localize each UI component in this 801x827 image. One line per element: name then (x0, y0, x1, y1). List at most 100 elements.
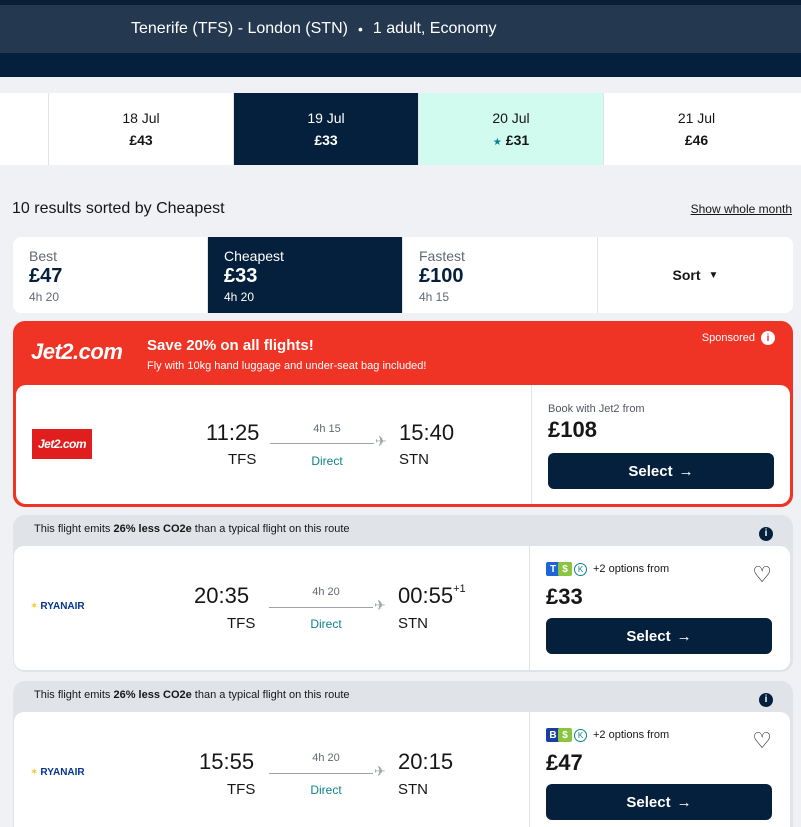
heart-icon[interactable]: ♡ (752, 562, 772, 588)
date-price: £43 (129, 132, 153, 148)
info-icon[interactable]: i (761, 331, 775, 345)
agent-logo-icon: K (574, 562, 587, 576)
arrival-airport: STN (398, 615, 428, 632)
route-text: Tenerife (TFS) - London (STN) (131, 20, 348, 37)
route-line (269, 607, 373, 608)
flight-result: This flight emits 26% less CO2e than a t… (13, 515, 793, 672)
search-summary[interactable]: Tenerife (TFS) - London (STN) • 1 adult,… (0, 5, 801, 53)
date-label: 19 Jul (307, 110, 345, 126)
show-whole-month-link[interactable]: Show whole month (691, 202, 792, 216)
departure-time: 11:25 (206, 420, 260, 445)
flight-card[interactable]: ✶ RYANAIR 20:35 TFS 4h 20 ✈ Direct 00:55+… (14, 546, 790, 670)
co2-highlight: 26% less CO2e (113, 689, 192, 701)
select-button[interactable]: Select → (546, 618, 772, 654)
flight-card[interactable]: ✶ RYANAIR 15:55 TFS 4h 20 ✈ Direct 20:15 … (14, 712, 790, 827)
chevron-down-icon: ▼ (708, 269, 719, 281)
departure-airport: TFS (227, 615, 256, 632)
top-bar: Tenerife (TFS) - London (STN) • 1 adult,… (0, 0, 801, 77)
info-icon[interactable]: i (759, 692, 773, 707)
tab-label: Cheapest (224, 248, 284, 264)
harp-icon: ✶ (30, 601, 39, 612)
date-price: £31 (505, 132, 530, 148)
tab-duration: 4h 15 (419, 290, 450, 304)
departure-time: 15:55 (199, 749, 255, 774)
flight-details: ✶ RYANAIR 20:35 TFS 4h 20 ✈ Direct 00:55+… (14, 546, 530, 670)
arrow-right-icon: → (676, 627, 692, 645)
tab-duration: 4h 20 (29, 290, 60, 304)
tab-duration: 4h 20 (224, 290, 255, 304)
ryanair-logo: ✶ RYANAIR (30, 601, 85, 612)
results-summary: 10 results sorted by Cheapest (12, 200, 225, 217)
harp-icon: ✶ (30, 767, 39, 778)
fare-options: B $ K +2 options from (546, 728, 669, 742)
plane-icon: ✈ (374, 763, 386, 779)
price: £47 (546, 750, 583, 775)
ryanair-logo: ✶ RYANAIR (30, 767, 85, 778)
arrival-airport: STN (398, 781, 428, 798)
airline-logo: Jet2.com (32, 429, 92, 459)
sort-dropdown[interactable]: Sort ▼ (598, 237, 793, 313)
select-button[interactable]: Select → (546, 784, 772, 820)
select-label: Select (626, 793, 671, 811)
travellers-text: 1 adult, Economy (372, 20, 497, 37)
select-label: Select (626, 627, 671, 645)
arrow-right-icon: → (678, 462, 694, 480)
tab-label: Best (29, 248, 58, 264)
airline-name: RYANAIR (40, 601, 85, 612)
date-label: 18 Jul (122, 110, 160, 126)
departure-time: 20:35 (194, 583, 250, 608)
co2-info[interactable]: i (759, 523, 773, 541)
date-price-row: ★ £31 (493, 132, 529, 148)
date-price: £46 (684, 132, 709, 148)
co2-text: than a typical flight on this route (191, 523, 350, 535)
price-panel: B $ K +2 options from ♡ £47 Select → (530, 712, 790, 827)
tab-label: Fastest (419, 248, 465, 264)
co2-notice: This flight emits 26% less CO2e than a t… (34, 689, 350, 701)
co2-notice: This flight emits 26% less CO2e than a t… (34, 523, 350, 535)
co2-text: This flight emits (34, 689, 114, 701)
arrival-time-value: 00:55 (398, 583, 454, 608)
tab-best[interactable]: Best £47 4h 20 (13, 237, 208, 313)
date-cell-19-jul[interactable]: 19 Jul £33 (234, 93, 419, 165)
agent-logo-icon: K (574, 728, 587, 742)
departure-airport: TFS (227, 781, 256, 798)
airline-name: RYANAIR (40, 767, 85, 778)
date-strip: 18 Jul £43 19 Jul £33 20 Jul ★ £31 21 Jul… (0, 93, 801, 165)
stops-label: Direct (310, 783, 342, 797)
arrival-airport: STN (399, 451, 429, 468)
flight-result: This flight emits 26% less CO2e than a t… (13, 681, 793, 827)
flight-details: Jet2.com 11:25 TFS 4h 15 ✈ Direct 15:40 … (16, 385, 532, 504)
heart-icon[interactable]: ♡ (752, 728, 772, 754)
options-label: +2 options from (593, 729, 670, 741)
tab-price: £33 (224, 265, 258, 287)
sponsored-flight-card[interactable]: Jet2.com 11:25 TFS 4h 15 ✈ Direct 15:40 … (16, 385, 790, 504)
separator-dot: • (357, 21, 363, 37)
arrival-time: 15:40 (399, 420, 455, 445)
date-label: 21 Jul (677, 110, 716, 126)
date-cell-21-jul[interactable]: 21 Jul £46 (604, 93, 789, 165)
info-icon[interactable]: i (759, 526, 773, 541)
star-icon: ★ (492, 137, 502, 148)
plane-icon: ✈ (375, 433, 387, 449)
price: £108 (548, 417, 597, 442)
jet2-logo: Jet2.com (31, 339, 123, 364)
arrow-right-icon: → (676, 793, 692, 811)
date-cell-18-jul[interactable]: 18 Jul £43 (49, 93, 234, 165)
sponsored-tag: Sponsored i (702, 331, 775, 345)
co2-info[interactable]: i (759, 689, 773, 707)
sponsored-ad[interactable]: Jet2.com Save 20% on all flights! Fly wi… (13, 321, 793, 507)
tab-cheapest[interactable]: Cheapest £33 4h 20 (208, 237, 403, 313)
co2-text: This flight emits (34, 523, 114, 535)
price: £33 (546, 584, 583, 609)
ad-subline: Fly with 10kg hand luggage and under-sea… (147, 360, 427, 372)
select-button[interactable]: Select → (548, 453, 774, 489)
tab-price: £100 (419, 265, 464, 287)
route-line (269, 773, 373, 774)
flight-details: ✶ RYANAIR 15:55 TFS 4h 20 ✈ Direct 20:15 … (14, 712, 530, 827)
plane-icon: ✈ (374, 597, 386, 613)
tab-fastest[interactable]: Fastest £100 4h 15 (403, 237, 598, 313)
date-cell-20-jul[interactable]: 20 Jul ★ £31 (419, 93, 604, 165)
fare-options: T $ K +2 options from (546, 562, 669, 576)
date-cell-prev[interactable] (0, 93, 49, 165)
agent-logo-icon: $ (558, 562, 572, 576)
